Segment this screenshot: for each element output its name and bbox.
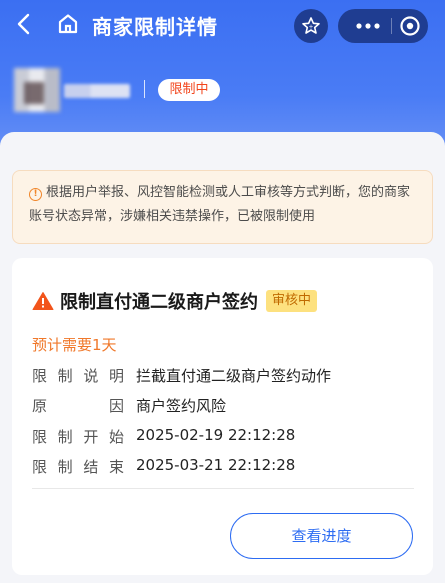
notice-text: 根据用户举报、风控智能检测或人工审核等方式判断，您的商家账号状态异常，涉嫌相关违…: [29, 185, 411, 224]
home-icon[interactable]: [56, 12, 80, 36]
info-row-description: 限制说明 拦截直付通二级商户签约动作: [32, 365, 331, 387]
navigation-bar: 商家限制详情 +: [0, 0, 445, 48]
info-label: 原因: [32, 397, 124, 415]
favorite-button[interactable]: +: [294, 9, 328, 43]
info-row-end: 限制结束 2025-03-21 22:12:28: [32, 456, 295, 478]
view-progress-button[interactable]: 查看进度: [230, 513, 413, 559]
status-badge: 限制中: [158, 79, 220, 101]
warning-triangle-icon: [32, 292, 54, 310]
info-label: 限制说明: [32, 367, 124, 385]
merchant-avatar: [14, 68, 60, 112]
more-icon[interactable]: [348, 9, 388, 43]
star-icon: +: [302, 17, 320, 34]
info-value: 2025-03-21 22:12:28: [136, 456, 296, 474]
info-value: 拦截直付通二级商户签约动作: [136, 367, 332, 385]
card-divider: [32, 488, 414, 489]
mini-program-capsule: [338, 9, 428, 43]
notice-banner: ! 根据用户举报、风控智能检测或人工审核等方式判断，您的商家账号状态异常，涉嫌相关…: [12, 170, 433, 244]
review-status-badge: 审核中: [266, 290, 318, 312]
info-value: 2025-02-19 22:12:28: [136, 426, 296, 444]
info-value: 商户签约风险: [136, 397, 227, 415]
svg-text:+: +: [308, 24, 313, 31]
restriction-title-row: 限制直付通二级商户签约 审核中: [32, 288, 318, 314]
capsule-divider: [391, 18, 392, 34]
info-row-start: 限制开始 2025-02-19 22:12:28: [32, 426, 295, 448]
estimate-text: 预计需要1天: [32, 336, 117, 354]
info-icon: !: [29, 188, 42, 201]
back-icon[interactable]: [14, 12, 36, 36]
target-icon: [400, 16, 420, 36]
info-label: 限制开始: [32, 428, 124, 446]
page-title: 商家限制详情: [92, 15, 218, 39]
restriction-title: 限制直付通二级商户签约: [60, 292, 258, 313]
info-row-reason: 原因 商户签约风险: [32, 395, 226, 417]
restriction-card: 限制直付通二级商户签约 审核中 预计需要1天 限制说明 拦截直付通二级商户签约动…: [12, 258, 433, 575]
close-mini-program-button[interactable]: [394, 9, 426, 43]
name-separator: [144, 80, 145, 98]
merchant-name-redacted: [64, 84, 130, 98]
info-label: 限制结束: [32, 458, 124, 476]
